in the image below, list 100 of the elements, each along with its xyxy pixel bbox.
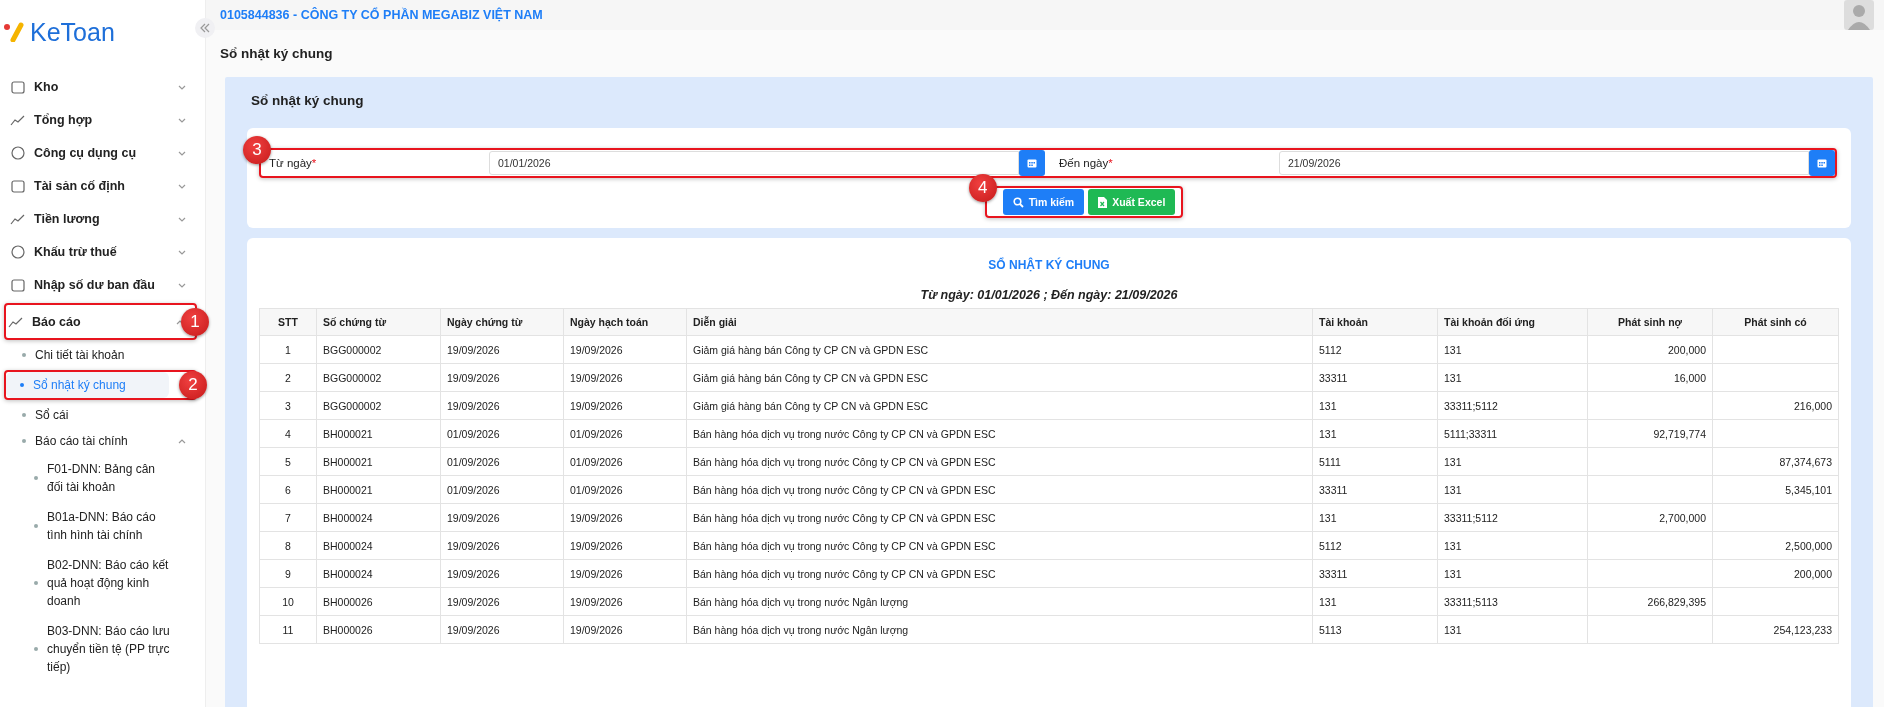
table-cell: 131 — [1444, 623, 1462, 636]
callout-badge: 4 — [968, 174, 997, 202]
column-header: STT — [259, 308, 317, 336]
table-cell: 131 — [1444, 539, 1462, 552]
table-cell: 19/09/2026 — [447, 623, 500, 636]
report-title: SỔ NHẬT KÝ CHUNG — [987, 256, 1111, 274]
table-cell: BGG000002 — [323, 399, 382, 412]
table-cell: 19/09/2026 — [570, 343, 623, 356]
table-cell: 33311 — [1319, 567, 1348, 580]
table-cell: BH000021 — [323, 455, 373, 468]
table-cell: 01/09/2026 — [570, 427, 623, 440]
table-cell: 3 — [285, 399, 291, 412]
table-cell: BGG000002 — [323, 371, 382, 384]
table-cell: 19/09/2026 — [570, 595, 623, 608]
table-cell: 4 — [285, 427, 291, 440]
table-cell: 5111 — [1319, 455, 1341, 468]
table-cell: Bán hàng hóa dịch vụ trong nước Công ty CP CN và GPDN ESC — [693, 567, 996, 580]
table-cell: Bán hàng hóa dịch vụ trong nước Công ty CP CN và GPDN ESC — [693, 427, 996, 440]
table-cell: 01/09/2026 — [570, 483, 623, 496]
table-cell: Bán hàng hóa dịch vụ trong nước Ngân lượng — [693, 595, 909, 608]
table-cell: Giảm giá hàng bán Công ty CP CN và GPDN ESC — [693, 371, 928, 384]
table-cell: 200,000 — [1794, 567, 1832, 580]
table-cell: 131 — [1444, 371, 1462, 384]
table-cell: 131 — [1319, 511, 1337, 524]
table-cell: 19/09/2026 — [447, 595, 500, 608]
table-cell: 131 — [1319, 427, 1337, 440]
table-cell: 131 — [1444, 455, 1462, 468]
table-cell: BH000021 — [323, 427, 373, 440]
table-cell: 01/09/2026 — [570, 455, 623, 468]
table-cell: BH000026 — [323, 623, 373, 636]
table-cell: 19/09/2026 — [447, 567, 500, 580]
table-cell: 5113 — [1319, 623, 1342, 636]
table-cell: 5,345,101 — [1785, 483, 1832, 496]
column-header: Phát sinh có — [1712, 308, 1839, 336]
table-cell: 131 — [1444, 567, 1462, 580]
company-name: 0105844836 - CÔNG TY CỔ PHẦN MEGABIZ VIỆT NAM — [220, 8, 543, 22]
callout-badge: 1 — [181, 307, 209, 336]
table-cell: BGG000002 — [323, 343, 382, 356]
table-cell: 19/09/2026 — [447, 371, 500, 384]
table-cell: 131 — [1444, 343, 1462, 356]
column-header: Ngày hạch toán — [563, 308, 687, 336]
table-cell: 01/09/2026 — [447, 455, 500, 468]
table-cell: 33311;5112 — [1444, 399, 1498, 412]
table-cell: 19/09/2026 — [570, 371, 623, 384]
table-cell: 19/09/2026 — [447, 539, 500, 552]
table-cell: Bán hàng hóa dịch vụ trong nước Ngân lượng — [693, 623, 909, 636]
table-cell: BH000024 — [323, 567, 373, 580]
table-cell: 2,500,000 — [1785, 539, 1832, 552]
table-cell: 19/09/2026 — [447, 511, 500, 524]
table-cell: 6 — [285, 483, 291, 496]
table-cell: 131 — [1319, 399, 1337, 412]
table-cell: Giảm giá hàng bán Công ty CP CN và GPDN ESC — [693, 343, 928, 356]
column-header: Diễn giải — [686, 308, 1313, 336]
table-cell: Bán hàng hóa dịch vụ trong nước Công ty CP CN và GPDN ESC — [693, 511, 996, 524]
table-cell: 01/09/2026 — [447, 427, 500, 440]
callout-badge: 3 — [243, 136, 271, 164]
column-header: Số chứng từ — [316, 308, 441, 336]
table-cell: 131 — [1444, 483, 1462, 496]
table-cell: 33311;5112 — [1444, 511, 1498, 524]
table-cell: 33311;5113 — [1444, 595, 1498, 608]
table-cell: 10 — [282, 595, 294, 608]
table-cell: 19/09/2026 — [447, 399, 500, 412]
table-cell: 19/09/2026 — [570, 623, 623, 636]
panel-title: Sổ nhật ký chung — [251, 93, 365, 108]
table-cell: 87,374,673 — [1779, 455, 1832, 468]
table-cell: BH000024 — [323, 539, 373, 552]
table-cell: 7 — [285, 511, 291, 524]
table-cell: Giảm giá hàng bán Công ty CP CN và GPDN ESC — [693, 399, 928, 412]
report-subtitle: Từ ngày: 01/01/2026 ; Đến ngày: 21/09/2026 — [919, 287, 1179, 304]
table-cell: 19/09/2026 — [570, 399, 623, 412]
column-header: Tài khoản đối ứng — [1437, 308, 1588, 336]
table-cell: BH000021 — [323, 483, 373, 496]
table-cell: 16,000 — [1673, 371, 1706, 384]
table-cell: 5111;33311 — [1444, 427, 1498, 440]
callout-badge: 2 — [179, 371, 207, 399]
table-cell: 11 — [282, 623, 294, 636]
table-cell: 19/09/2026 — [570, 511, 623, 524]
table-cell: 92,719,774 — [1653, 427, 1706, 440]
table-cell: 33311 — [1319, 483, 1348, 496]
table-cell: Bán hàng hóa dịch vụ trong nước Công ty CP CN và GPDN ESC — [693, 455, 996, 468]
column-header: Tài khoản — [1312, 308, 1438, 336]
page-title: Sổ nhật ký chung — [219, 45, 334, 63]
table-cell: 131 — [1319, 595, 1337, 608]
table-cell: 5112 — [1319, 539, 1342, 552]
table-cell: Bán hàng hóa dịch vụ trong nước Công ty CP CN và GPDN ESC — [693, 483, 996, 496]
table-cell: 9 — [285, 567, 291, 580]
table-cell: BH000026 — [323, 595, 373, 608]
logo-text: KeToan — [30, 17, 115, 47]
table-cell: 5 — [285, 455, 291, 468]
table-cell: 5112 — [1319, 343, 1342, 356]
table-cell: 19/09/2026 — [447, 343, 500, 356]
table-cell: 266,829,395 — [1647, 595, 1706, 608]
table-cell: Bán hàng hóa dịch vụ trong nước Công ty CP CN và GPDN ESC — [693, 539, 996, 552]
table-cell: BH000024 — [323, 511, 373, 524]
table-cell: 19/09/2026 — [570, 539, 623, 552]
table-cell: 216,000 — [1794, 399, 1832, 412]
table-cell: 2,700,000 — [1659, 511, 1706, 524]
table-cell: 254,123,233 — [1773, 623, 1832, 636]
column-header: Ngày chứng từ — [440, 308, 564, 336]
table-cell: 33311 — [1319, 371, 1348, 384]
